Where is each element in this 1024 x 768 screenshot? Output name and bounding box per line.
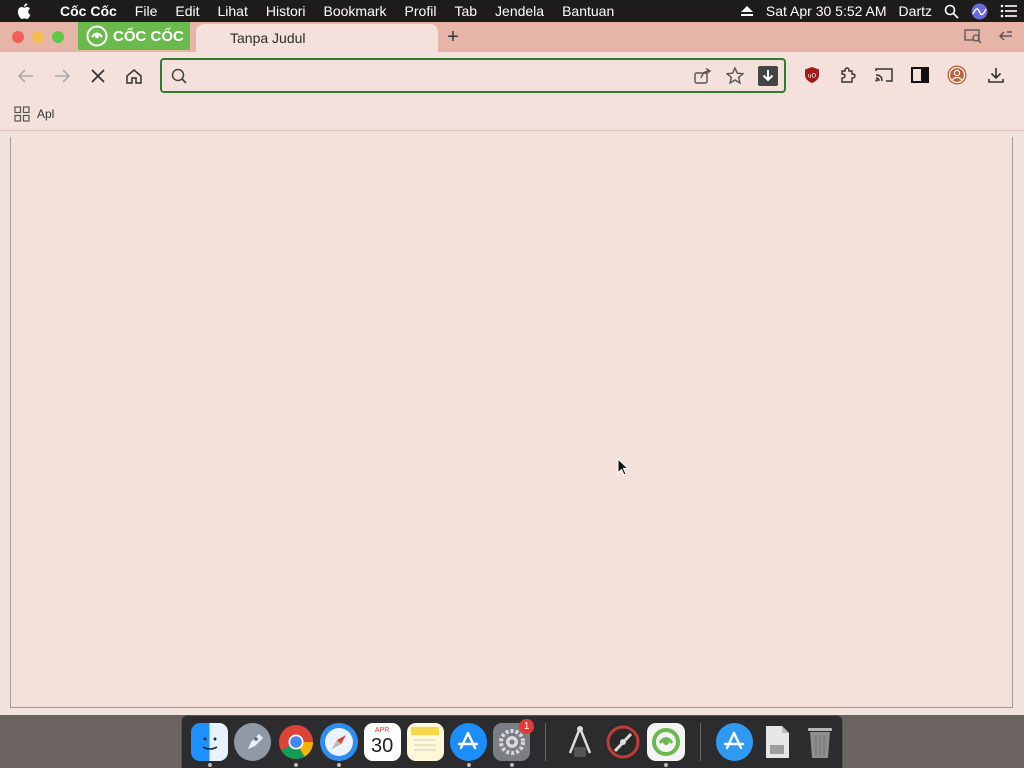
back-arrow-icon[interactable] (16, 66, 36, 86)
trash-icon[interactable] (802, 723, 839, 761)
downloads-icon[interactable] (985, 64, 1007, 86)
menu-help[interactable]: Bantuan (553, 0, 623, 22)
search-icon (171, 68, 187, 84)
running-indicator (466, 763, 471, 767)
menu-profile[interactable]: Profil (396, 0, 446, 22)
chrome-icon[interactable] (277, 723, 314, 767)
address-input[interactable] (187, 67, 680, 84)
coccoc-brand-tab[interactable]: CỐC CỐC (78, 22, 190, 50)
forward-arrow-icon[interactable] (52, 66, 72, 86)
page-content[interactable] (10, 137, 1013, 708)
tab-active[interactable]: Tanpa Judul (196, 24, 438, 52)
apps-grid-icon[interactable] (14, 106, 30, 122)
side-panel-icon[interactable] (909, 64, 931, 86)
spotlight-search-icon[interactable] (944, 4, 959, 19)
menu-bookmark[interactable]: Bookmark (315, 0, 396, 22)
menu-edit[interactable]: Edit (166, 0, 208, 22)
running-indicator (208, 763, 212, 767)
save-page-download-icon[interactable] (758, 65, 778, 86)
eject-icon[interactable] (740, 5, 754, 17)
brand-label: CỐC CỐC (113, 27, 184, 45)
coccoc-logo-icon (86, 25, 108, 47)
dock: APR 30 1 (181, 715, 843, 768)
running-indicator (337, 763, 342, 767)
launchpad-icon[interactable] (234, 723, 272, 761)
share-icon[interactable] (694, 67, 712, 84)
menubar-datetime[interactable]: Sat Apr 30 5:52 AM (766, 3, 887, 19)
close-window-button[interactable] (12, 31, 24, 43)
grapher-icon[interactable] (561, 723, 598, 761)
svg-text:uO: uO (808, 73, 817, 80)
mouse-cursor-icon (617, 458, 629, 476)
menu-window[interactable]: Jendela (486, 0, 553, 22)
app-store-utility-icon[interactable] (715, 723, 753, 761)
bookmark-star-icon[interactable] (726, 67, 744, 84)
dock-separator (545, 723, 547, 761)
document-icon[interactable] (759, 723, 796, 761)
menu-history[interactable]: Histori (257, 0, 315, 22)
calendar-icon[interactable]: APR 30 (363, 723, 401, 761)
menu-bar: Cốc Cốc File Edit Lihat Histori Bookmark… (0, 0, 1024, 22)
window-controls (12, 31, 72, 43)
notification-badge: 1 (519, 719, 535, 734)
siri-icon[interactable] (971, 3, 988, 20)
calendar-day: 30 (371, 734, 394, 757)
stop-loading-icon[interactable] (88, 66, 108, 86)
notes-icon[interactable] (406, 723, 444, 761)
menu-tab[interactable]: Tab (445, 0, 486, 22)
ublock-extension-icon[interactable]: uO (801, 64, 823, 86)
menu-view[interactable]: Lihat (208, 0, 256, 22)
calendar-month: APR (374, 727, 390, 734)
profile-avatar-icon[interactable] (946, 64, 968, 86)
apple-icon[interactable] (17, 3, 39, 19)
tab-strip: CỐC CỐC Tanpa Judul + (0, 22, 1024, 52)
sidebar-toggle-icon[interactable] (998, 28, 1014, 44)
coccoc-icon[interactable] (647, 723, 685, 767)
home-icon[interactable] (124, 66, 144, 86)
safari-icon[interactable] (320, 723, 358, 767)
toolbar: uO (0, 52, 1024, 98)
menubar-user[interactable]: Dartz (899, 3, 932, 19)
system-preferences-icon[interactable]: 1 (492, 719, 535, 767)
app-store-icon[interactable] (449, 723, 487, 767)
tab-search-icon[interactable] (964, 28, 982, 44)
menu-app[interactable]: Cốc Cốc (51, 0, 126, 22)
dock-separator (699, 723, 701, 761)
running-indicator (664, 763, 669, 767)
running-indicator (509, 763, 514, 767)
running-indicator (294, 763, 299, 767)
tabstrip-right-controls (948, 28, 1014, 44)
apps-shortcut-label[interactable]: Apl (37, 107, 54, 121)
finder-icon[interactable] (191, 723, 229, 767)
zoom-window-button[interactable] (52, 31, 64, 43)
tab-title: Tanpa Judul (230, 30, 306, 46)
new-tab-button[interactable]: + (442, 26, 464, 48)
minimize-window-button[interactable] (32, 31, 44, 43)
menu-file[interactable]: File (126, 0, 167, 22)
bookmarks-bar: Apl (0, 98, 1024, 131)
browser-window: CỐC CỐC Tanpa Judul + uO Apl (0, 22, 1024, 715)
extensions-puzzle-icon[interactable] (837, 64, 859, 86)
address-bar[interactable] (160, 58, 786, 93)
cast-icon[interactable] (873, 64, 895, 86)
control-center-icon[interactable] (1000, 4, 1018, 18)
instruments-icon[interactable] (604, 723, 642, 761)
